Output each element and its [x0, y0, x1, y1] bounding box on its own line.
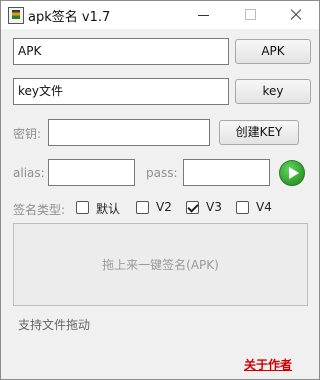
drop-zone-text: 拖上来一键签名(APK) [102, 258, 219, 272]
checkbox-v4[interactable] [236, 201, 249, 214]
pass-label: pass: [146, 166, 178, 180]
checkbox-default[interactable] [76, 201, 89, 214]
about-author-link[interactable]: 关于作者 [244, 356, 292, 373]
apk-select-button[interactable]: APK [235, 39, 311, 64]
drop-zone[interactable]: 拖上来一键签名(APK) [13, 223, 308, 306]
minimize-button[interactable] [181, 1, 227, 29]
maximize-icon [245, 9, 256, 20]
pass-input[interactable] [183, 159, 270, 186]
apk-path-field[interactable]: APK [13, 38, 229, 65]
checkbox-v2-label: V2 [156, 200, 172, 214]
password-input[interactable] [48, 119, 210, 146]
maximize-button[interactable] [227, 1, 273, 29]
checkbox-v3[interactable] [186, 201, 199, 214]
signature-type-label: 签名类型: [13, 203, 66, 217]
close-button[interactable] [273, 1, 319, 29]
checkbox-v2[interactable] [136, 201, 149, 214]
checkbox-v3-label: V3 [206, 200, 222, 214]
app-icon [8, 7, 24, 24]
password-label: 密钥: [13, 127, 42, 141]
play-circle-icon[interactable] [279, 160, 305, 186]
minimize-icon [198, 15, 209, 16]
drag-hint: 支持文件拖动 [18, 318, 91, 332]
title-bar[interactable]: apk签名 v1.7 [1, 1, 319, 29]
checkbox-default-label: 默认 [96, 202, 121, 216]
create-key-button[interactable]: 创建KEY [219, 120, 299, 145]
key-path-field[interactable]: key文件 [13, 78, 229, 105]
alias-label: alias: [13, 166, 45, 180]
app-window: apk签名 v1.7 APK APK key文件 key 密钥: 创建KEY a… [0, 0, 320, 380]
alias-input[interactable] [48, 159, 135, 186]
window-title: apk签名 v1.7 [28, 10, 111, 25]
key-select-button[interactable]: key [235, 79, 311, 104]
checkbox-v4-label: V4 [256, 200, 272, 214]
